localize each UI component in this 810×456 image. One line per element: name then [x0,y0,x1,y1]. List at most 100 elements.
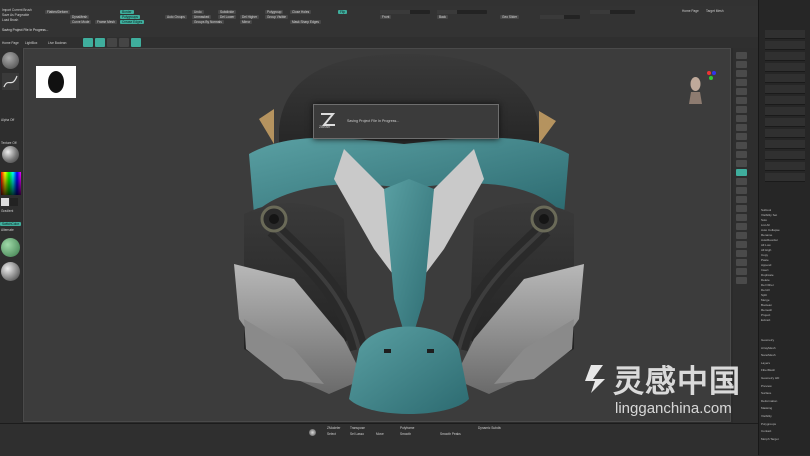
palette-slider-1[interactable] [380,10,430,14]
subtool-list-item[interactable] [765,74,805,83]
matcap-green-icon[interactable] [1,238,20,257]
gradient-label[interactable]: Gradient [1,209,13,213]
subtool-row[interactable]: Split [761,293,809,297]
frame-mesh-button[interactable]: Frame Mesh [95,20,117,24]
subtool-row[interactable]: Solo [761,218,809,222]
scale-icon[interactable] [119,38,129,47]
subtool-row[interactable]: Auto Collapse [761,228,809,232]
smooth-peaks-button[interactable]: Smooth Peaks [440,432,461,436]
mirror-button[interactable]: Mirror [240,20,253,24]
view-control-icon[interactable] [736,70,747,77]
view-control-icon[interactable] [736,52,747,59]
material-sphere[interactable] [2,146,19,163]
subtool-row[interactable]: Del All [761,288,809,292]
subtool-row[interactable]: Project [761,313,809,317]
subtool-row[interactable]: Boolean [761,303,809,307]
view-control-icon[interactable] [736,115,747,122]
navigation-head-icon[interactable] [687,74,704,104]
target-mesh-button[interactable]: Target Mesh [706,9,724,13]
subdivide-button[interactable]: Subdivide [218,10,236,14]
subtool-list-item[interactable] [765,107,805,116]
stroke-thumbnail[interactable] [2,73,19,90]
alternate-label[interactable]: Alternate [1,228,14,232]
view-control-icon[interactable] [736,187,747,194]
groups-by-normals-button[interactable]: Groups By Normals [192,20,224,24]
import-brush-button[interactable]: Import Current Brush [2,8,32,12]
tool-sphere-icon[interactable] [309,429,316,436]
subtool-row[interactable]: Append [761,263,809,267]
lightbox-button[interactable]: LightBox [25,41,37,45]
subtool-list-item[interactable] [765,41,805,50]
view-control-icon[interactable] [736,259,747,266]
subtool-row[interactable]: Subtool [761,208,809,212]
rotate-icon[interactable] [131,38,141,47]
view-control-icon[interactable] [736,61,747,68]
subtool-list-item[interactable] [765,173,805,182]
view-control-icon[interactable] [736,151,747,158]
tool-subpalette-row[interactable]: Deformation [761,399,809,403]
mask-sharp-edges-button[interactable]: Mask Sharp Edges [290,20,321,24]
view-control-icon[interactable] [736,205,747,212]
move-icon[interactable] [107,38,117,47]
del-higher-button[interactable]: Del Higher [240,15,260,19]
border-button[interactable]: Border [120,10,134,14]
subtool-row[interactable]: Delete [761,278,809,282]
subtool-row[interactable]: Insert [761,268,809,272]
palette-slider-3[interactable] [540,15,580,19]
flip-button[interactable]: Flip [338,10,348,14]
undo-button[interactable]: Undo [192,10,204,14]
draw-icon[interactable] [95,38,105,47]
view-control-icon[interactable] [736,88,747,95]
smooth-button[interactable]: Smooth [400,432,411,436]
subtool-list-item[interactable] [765,129,805,138]
auto-groups-button[interactable]: Auto Groups [165,15,187,19]
subtool-list-item[interactable] [765,52,805,61]
subtool-list-item[interactable] [765,63,805,72]
subtool-row[interactable]: AutoReorder [761,238,809,242]
view-control-icon[interactable] [736,232,747,239]
subtool-list-item[interactable] [765,96,805,105]
view-control-icon[interactable] [736,178,747,185]
group-visible-button[interactable]: Group Visible [265,15,289,19]
view-control-icon[interactable] [736,97,747,104]
view-control-icon[interactable] [736,241,747,248]
crease-edges-button[interactable]: Crease Edges [120,20,145,24]
view-control-icon[interactable] [736,250,747,257]
tool-subpalette-row[interactable]: Contact [761,429,809,433]
alpha-off-label[interactable]: Alpha Off [1,118,14,122]
load-brush-button[interactable]: Load Brush [2,18,18,22]
subtool-row[interactable]: Rename [761,233,809,237]
home-page-button[interactable]: Home Page [2,41,19,45]
subtool-row[interactable]: Extract [761,318,809,322]
subtool-row[interactable]: List All [761,223,809,227]
subtool-list-item[interactable] [765,151,805,160]
view-control-icon[interactable] [736,196,747,203]
subtool-row[interactable]: Duplicate [761,273,809,277]
tool-subpalette-row[interactable]: Preview [761,384,809,388]
transpose-button[interactable]: Transpose [350,426,365,430]
polyframe-button[interactable]: Polyframe [400,426,414,430]
subtool-row[interactable]: Remesh [761,308,809,312]
tool-subpalette-row[interactable]: Polygroups [761,422,809,426]
subtool-list-item[interactable] [765,85,805,94]
polygroups-button[interactable]: Polygroups [120,15,140,19]
tool-subpalette-row[interactable]: NanoMesh [761,353,809,357]
dynamesh-button[interactable]: DynaMesh [70,15,90,19]
view-control-icon[interactable] [736,124,747,131]
dynamic-subdiv-button[interactable]: Dynamic Subdiv [478,426,501,430]
subtool-row[interactable]: Visibility Set [761,213,809,217]
view-control-icon[interactable] [736,79,747,86]
back-button[interactable]: Back [437,15,449,19]
view-control-icon[interactable] [736,142,747,149]
edit-icon[interactable] [83,38,93,47]
subtool-row[interactable]: All Low [761,243,809,247]
geo-slider-button[interactable]: Geo Slider [500,15,520,19]
tool-subpalette-row[interactable]: Visibility [761,414,809,418]
subtool-list-item[interactable] [765,30,805,39]
tool-subpalette-row[interactable]: Masking [761,406,809,410]
tool-subpalette-row[interactable]: Geometry [761,338,809,342]
palette-slider-2[interactable] [437,10,487,14]
matcap-gray-icon[interactable] [1,262,20,281]
subtool-list-item[interactable] [765,162,805,171]
palette-slider-4[interactable] [590,10,635,14]
